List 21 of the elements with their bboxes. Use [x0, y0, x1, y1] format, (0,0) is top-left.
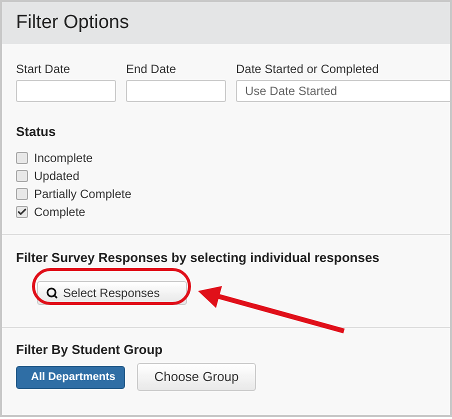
checkbox-label: Updated: [34, 168, 80, 184]
checkbox[interactable]: [16, 152, 28, 164]
search-icon: [46, 287, 58, 299]
checkbox-label: Complete: [34, 204, 86, 220]
date-field[interactable]: Use Date Started: [236, 80, 450, 102]
section-heading: Filter By Student Group: [16, 340, 164, 359]
choose-group-button[interactable]: Choose Group: [137, 363, 256, 391]
checkbox[interactable]: [16, 170, 28, 182]
panel-title: Filter Options: [16, 10, 129, 35]
checkbox-label: Partially Complete: [34, 186, 132, 202]
section-heading: Filter Survey Responses by selecting individual responses: [16, 248, 380, 267]
field-label: End Date: [126, 61, 178, 77]
checkbox-label: Incomplete: [34, 150, 93, 166]
status-heading: Status: [16, 123, 57, 141]
field-label: Date Started or Completed: [236, 61, 380, 77]
checkbox[interactable]: [16, 188, 28, 200]
breadcrumb-tab[interactable]: All Departments: [16, 366, 125, 388]
checkbox[interactable]: [16, 206, 28, 218]
field-label: Start Date: [16, 61, 72, 77]
date-field[interactable]: [16, 80, 116, 102]
date-field[interactable]: [126, 80, 226, 102]
